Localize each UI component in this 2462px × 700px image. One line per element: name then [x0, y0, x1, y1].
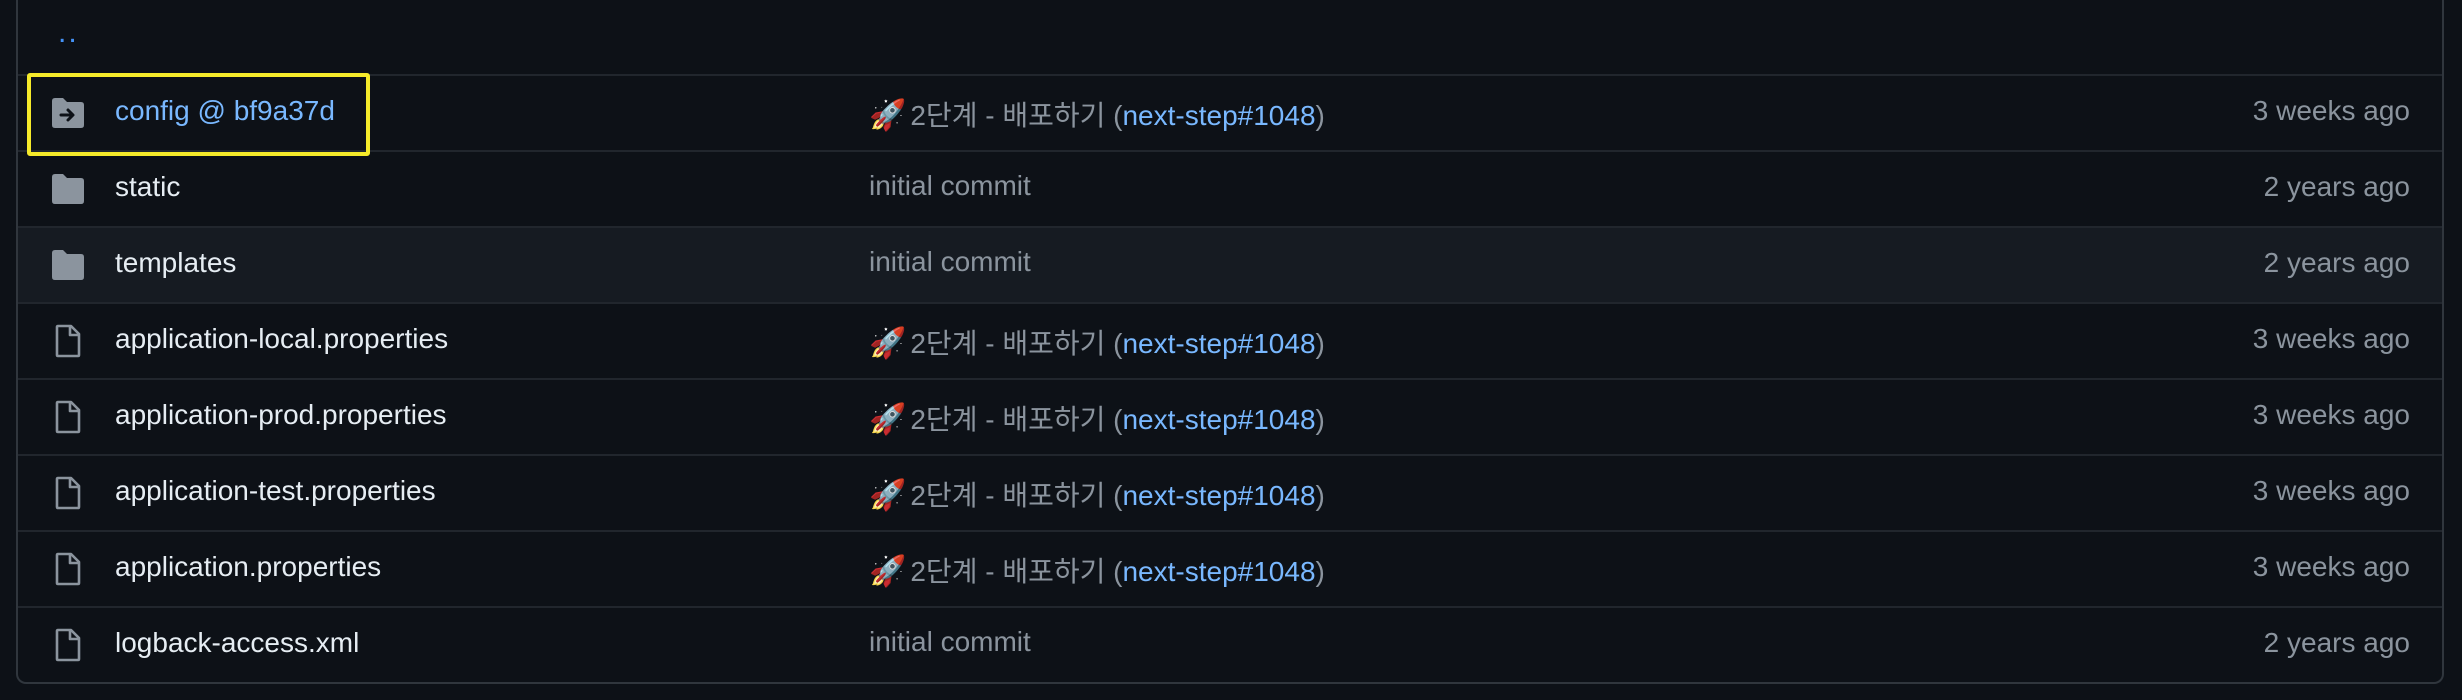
commit-message-text[interactable]: 2단계 - 배포하기 (: [910, 404, 1122, 435]
commit-age: 3 weeks ago: [2252, 551, 2410, 582]
commit-message-suffix: ): [1315, 100, 1325, 131]
commit-message-text[interactable]: 2단계 - 배포하기 (: [910, 556, 1122, 587]
commit-message-text[interactable]: 2단계 - 배포하기 (: [910, 328, 1122, 359]
file-name-link[interactable]: application-local.properties: [115, 323, 448, 355]
commit-message[interactable]: initial commit: [869, 246, 1031, 278]
commit-message-text[interactable]: initial commit: [869, 626, 1031, 657]
commit-message[interactable]: initial commit: [869, 170, 1031, 202]
commit-age: 3 weeks ago: [2252, 475, 2410, 506]
file-icon: [55, 400, 81, 434]
file-name-link[interactable]: templates: [115, 247, 236, 279]
parent-directory-row[interactable]: ..: [18, 0, 2442, 74]
commit-message-text[interactable]: 2단계 - 배포하기 (: [910, 100, 1122, 131]
folder-icon: [52, 250, 84, 280]
commit-message-text[interactable]: 2단계 - 배포하기 (: [910, 480, 1122, 511]
file-icon: [55, 628, 81, 662]
commit-age: 3 weeks ago: [2252, 399, 2410, 430]
rocket-emoji-icon: 🚀: [869, 327, 907, 360]
commit-age: 2 years ago: [2263, 247, 2410, 278]
rocket-emoji-icon: 🚀: [869, 99, 907, 132]
commit-message: 🚀 2단계 - 배포하기 (next-step#1048): [869, 94, 1325, 134]
file-name-link[interactable]: application.properties: [115, 551, 381, 583]
commit-age: 3 weeks ago: [2252, 95, 2410, 126]
file-row-application-local-properties[interactable]: application-local.properties 🚀 2단계 - 배포하기…: [18, 302, 2442, 378]
file-row-application-prod-properties[interactable]: application-prod.properties 🚀 2단계 - 배포하기 …: [18, 378, 2442, 454]
file-row-logback-access-xml[interactable]: logback-access.xml initial commit 2 year…: [18, 606, 2442, 682]
file-row-config-submodule[interactable]: config @ bf9a37d 🚀 2단계 - 배포하기 (next-step#…: [18, 74, 2442, 150]
folder-icon: [52, 174, 84, 204]
commit-message-text[interactable]: initial commit: [869, 246, 1031, 277]
folder-submodule-icon: [52, 98, 84, 128]
commit-pr-link[interactable]: next-step#1048: [1122, 328, 1315, 359]
commit-message: 🚀 2단계 - 배포하기 (next-step#1048): [869, 398, 1325, 438]
commit-age: 3 weeks ago: [2252, 323, 2410, 354]
commit-age: 2 years ago: [2263, 627, 2410, 658]
file-name-link[interactable]: application-test.properties: [115, 475, 436, 507]
file-name-link[interactable]: static: [115, 171, 180, 203]
file-row-static[interactable]: static initial commit 2 years ago: [18, 150, 2442, 226]
commit-message: 🚀 2단계 - 배포하기 (next-step#1048): [869, 474, 1325, 514]
file-list: .. config @ bf9a37d 🚀 2단계 - 배포하기 (next-st…: [16, 0, 2444, 684]
commit-message[interactable]: initial commit: [869, 626, 1031, 658]
file-row-application-test-properties[interactable]: application-test.properties 🚀 2단계 - 배포하기 …: [18, 454, 2442, 530]
commit-message-suffix: ): [1315, 480, 1325, 511]
commit-message-suffix: ): [1315, 404, 1325, 435]
commit-message: 🚀 2단계 - 배포하기 (next-step#1048): [869, 550, 1325, 590]
commit-message: 🚀 2단계 - 배포하기 (next-step#1048): [869, 322, 1325, 362]
file-icon: [55, 476, 81, 510]
commit-message-suffix: ): [1315, 556, 1325, 587]
commit-pr-link[interactable]: next-step#1048: [1122, 100, 1315, 131]
file-row-application-properties[interactable]: application.properties 🚀 2단계 - 배포하기 (next…: [18, 530, 2442, 606]
rocket-emoji-icon: 🚀: [869, 479, 907, 512]
file-icon: [55, 552, 81, 586]
file-icon: [55, 324, 81, 358]
file-row-templates[interactable]: templates initial commit 2 years ago: [18, 226, 2442, 302]
file-name-link[interactable]: application-prod.properties: [115, 399, 447, 431]
parent-directory-link[interactable]: ..: [58, 16, 79, 50]
commit-pr-link[interactable]: next-step#1048: [1122, 480, 1315, 511]
commit-message-text[interactable]: initial commit: [869, 170, 1031, 201]
file-name-link[interactable]: logback-access.xml: [115, 627, 359, 659]
file-name-link[interactable]: config @ bf9a37d: [115, 95, 335, 127]
rocket-emoji-icon: 🚀: [869, 555, 907, 588]
commit-message-suffix: ): [1315, 328, 1325, 359]
commit-age: 2 years ago: [2263, 171, 2410, 202]
commit-pr-link[interactable]: next-step#1048: [1122, 404, 1315, 435]
rocket-emoji-icon: 🚀: [869, 403, 907, 436]
commit-pr-link[interactable]: next-step#1048: [1122, 556, 1315, 587]
